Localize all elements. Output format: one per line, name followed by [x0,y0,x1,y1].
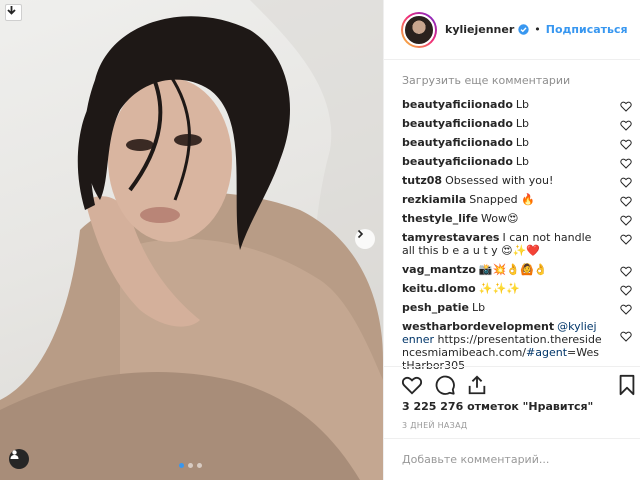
share-icon[interactable] [466,374,488,396]
comment-username[interactable]: westharbordevelopment [402,320,554,333]
comment-username[interactable]: thestyle_life [402,212,478,225]
heart-outline-icon[interactable] [620,331,632,342]
comment-row: beautyaficiionado Lb [402,114,632,133]
heart-outline-icon[interactable] [620,234,632,245]
comment-row: pesh_patie Lb [402,298,632,317]
post-timestamp[interactable]: 3 ДНЕЙ НАЗАД [402,421,467,430]
photo-illustration [0,0,383,480]
comment-username[interactable]: vag_mantzo [402,263,476,276]
load-more-comments-button[interactable]: Загрузить еще комментарии [402,74,632,89]
follow-button[interactable]: Подписаться [546,23,628,36]
comment-text: Lb [515,136,530,149]
comment-username[interactable]: pesh_patie [402,301,469,314]
heart-icon[interactable] [401,374,423,396]
heart-outline-icon[interactable] [620,120,632,131]
carousel-dot [197,463,202,468]
post-header: kyliejenner • Подписаться [384,0,640,60]
comment-row: beautyaficiionado Lb [402,133,632,152]
heart-outline-icon[interactable] [620,215,632,226]
comment-text: Lb [515,155,530,168]
post-side-panel: kyliejenner • Подписаться Загрузить еще … [383,0,640,480]
download-button[interactable] [5,4,22,21]
comment-row: thestyle_life Wow😍 [402,209,632,228]
comment-text: Wow😍 [481,212,519,225]
carousel-dot-active [179,463,184,468]
comment-username[interactable]: beautyaficiionado [402,136,513,149]
comment-username[interactable]: beautyaficiionado [402,98,513,111]
carousel-indicator [179,463,202,468]
comment-text: 📸💥👌🙆👌 [478,263,548,276]
comment-text: Lb [472,301,486,314]
comment-username[interactable]: keitu.dlomo [402,282,476,295]
likes-count[interactable]: 3 225 276 отметок "Нравится" [402,400,593,413]
comment-text: Snapped 🔥 [469,193,535,206]
comment-username[interactable]: beautyaficiionado [402,155,513,168]
comment-icon[interactable] [434,374,456,396]
comment-text: Lb [515,98,530,111]
heart-outline-icon[interactable] [620,158,632,169]
comments-list: Загрузить еще комментарии beautyaficiion… [402,74,632,375]
heart-outline-icon[interactable] [620,304,632,315]
heart-outline-icon[interactable] [620,196,632,207]
comment-row: beautyaficiionado Lb [402,152,632,171]
next-photo-button[interactable] [355,229,375,249]
heart-outline-icon[interactable] [620,177,632,188]
comment-row: beautyaficiionado Lb [402,95,632,114]
comment-username[interactable]: rezkiamila [402,193,466,206]
comment-row: rezkiamila Snapped 🔥 [402,190,632,209]
comment-row: tamyrestavares I can not handle all this … [402,228,632,260]
comment-text: Lb [515,117,530,130]
chevron-right-icon [357,229,364,239]
heart-outline-icon[interactable] [620,285,632,296]
verified-badge-icon [518,24,529,35]
comment-row: vag_mantzo 📸💥👌🙆👌 [402,260,632,279]
heart-outline-icon[interactable] [620,101,632,112]
post-actions-bar [384,366,640,400]
heart-outline-icon[interactable] [620,266,632,277]
comment-username[interactable]: beautyaficiionado [402,117,513,130]
separator-dot: • [534,23,541,36]
carousel-dot [188,463,193,468]
comment-row: tutz08 Obsessed with you! [402,171,632,190]
comment-input[interactable]: Добавьте комментарий... [384,438,640,480]
bookmark-icon[interactable] [616,374,638,396]
hashtag-link[interactable]: #agent [526,346,567,359]
avatar[interactable] [401,11,437,48]
comment-text: Obsessed with you! [445,174,554,187]
comment-row: keitu.dlomo ✨✨✨ [402,279,632,298]
post-photo[interactable] [0,0,383,480]
username-link[interactable]: kyliejenner [445,23,514,36]
tagged-users-button[interactable] [9,449,29,469]
heart-outline-icon[interactable] [620,139,632,150]
download-icon [7,6,16,15]
comment-username[interactable]: tutz08 [402,174,442,187]
comment-text: ✨✨✨ [478,282,520,295]
comment-username[interactable]: tamyrestavares [402,231,499,244]
user-icon [10,450,19,459]
